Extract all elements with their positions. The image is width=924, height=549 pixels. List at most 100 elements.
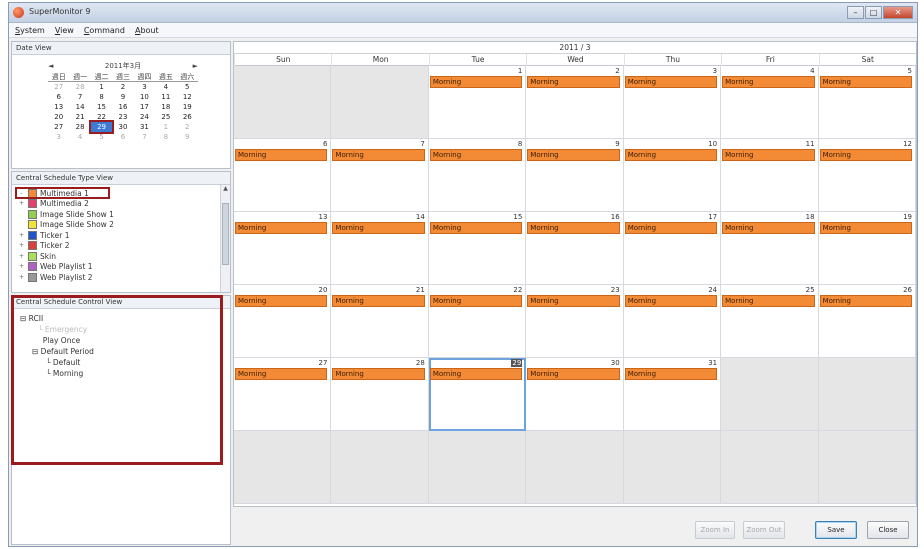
mini-day[interactable]: 7 — [134, 132, 155, 142]
save-button[interactable]: Save — [815, 521, 857, 539]
schedule-event[interactable]: Morning — [332, 368, 425, 380]
schedule-type-item[interactable]: + Ticker 1 — [18, 230, 230, 241]
day-cell-empty[interactable] — [234, 431, 332, 504]
day-cell-empty[interactable] — [721, 358, 819, 431]
day-cell[interactable]: 29 Morning — [428, 358, 527, 431]
mini-day[interactable]: 9 — [112, 92, 133, 102]
mini-day[interactable]: 3 — [134, 82, 155, 92]
prev-month-icon[interactable]: ◄ — [48, 62, 53, 70]
day-cell[interactable]: 15 Morning — [428, 212, 527, 285]
mini-day[interactable]: 11 — [155, 92, 176, 102]
mini-day[interactable]: 24 — [134, 112, 155, 122]
schedule-event[interactable]: Morning — [527, 368, 620, 380]
schedule-event[interactable]: Morning — [527, 76, 620, 88]
mini-day[interactable]: 8 — [155, 132, 176, 142]
schedule-type-item[interactable]: + Skin — [18, 251, 230, 262]
schedule-event[interactable]: Morning — [624, 76, 718, 88]
mini-day-selected[interactable]: 29 — [88, 120, 115, 134]
maximize-button[interactable]: □ — [865, 6, 882, 19]
mini-day[interactable]: 31 — [134, 122, 155, 132]
mini-day[interactable]: 2 — [112, 82, 133, 92]
mini-day[interactable]: 19 — [177, 102, 198, 112]
tree-node-morning[interactable]: └ Morning — [20, 368, 230, 379]
schedule-event[interactable]: Morning — [624, 222, 718, 234]
day-cell[interactable]: 14 Morning — [331, 212, 429, 285]
expander-icon[interactable]: + — [18, 200, 25, 207]
mini-day[interactable]: 3 — [48, 132, 69, 142]
day-cell[interactable]: 4 Morning — [721, 66, 819, 139]
mini-day[interactable]: 17 — [134, 102, 155, 112]
day-cell[interactable]: 18 Morning — [721, 212, 819, 285]
day-cell[interactable]: 24 Morning — [623, 285, 722, 358]
schedule-type-item[interactable]: + Web Playlist 1 — [18, 262, 230, 273]
mini-day[interactable]: 23 — [112, 112, 133, 122]
day-cell[interactable]: 26 Morning — [818, 285, 916, 358]
mini-day[interactable]: 8 — [91, 92, 112, 102]
mini-day[interactable]: 30 — [112, 122, 133, 132]
schedule-event[interactable]: Morning — [429, 149, 523, 161]
mini-day[interactable]: 28 — [69, 122, 90, 132]
scroll-thumb[interactable] — [222, 203, 229, 265]
day-cell[interactable]: 17 Morning — [623, 212, 722, 285]
close-button[interactable]: Close — [867, 521, 909, 539]
day-cell[interactable]: 23 Morning — [526, 285, 624, 358]
schedule-event[interactable]: Morning — [235, 149, 328, 161]
day-cell[interactable]: 21 Morning — [331, 285, 429, 358]
mini-day[interactable]: 15 — [91, 102, 112, 112]
schedule-event[interactable]: Morning — [624, 368, 718, 380]
schedule-event[interactable]: Morning — [722, 76, 815, 88]
schedule-event[interactable]: Morning — [624, 149, 718, 161]
mini-day[interactable]: 4 — [69, 132, 90, 142]
mini-day[interactable]: 5 — [91, 132, 112, 142]
expander-icon[interactable]: + — [18, 263, 25, 270]
day-cell[interactable]: 16 Morning — [526, 212, 624, 285]
schedule-event[interactable]: Morning — [429, 76, 523, 88]
mini-day[interactable]: 7 — [69, 92, 90, 102]
mini-day[interactable]: 21 — [69, 112, 90, 122]
day-cell-empty[interactable] — [818, 431, 916, 504]
day-cell-empty[interactable] — [721, 431, 819, 504]
schedule-type-item[interactable]: Image Slide Show 1 — [18, 209, 230, 220]
day-cell[interactable]: 12 Morning — [818, 139, 916, 212]
mini-day[interactable]: 26 — [177, 112, 198, 122]
schedule-event[interactable]: Morning — [332, 149, 425, 161]
expander-icon[interactable]: + — [18, 253, 25, 260]
mini-day[interactable]: 1 — [155, 122, 176, 132]
day-cell[interactable]: 8 Morning — [428, 139, 527, 212]
mini-day[interactable]: 10 — [134, 92, 155, 102]
day-cell[interactable]: 9 Morning — [526, 139, 624, 212]
schedule-type-item[interactable]: Image Slide Show 2 — [18, 220, 230, 231]
tree-node-default-period[interactable]: ⊟ Default Period — [20, 346, 230, 357]
schedule-event[interactable]: Morning — [527, 222, 620, 234]
mini-day[interactable]: 9 — [177, 132, 198, 142]
day-cell[interactable]: 19 Morning — [818, 212, 916, 285]
scroll-up-icon[interactable]: ▲ — [221, 185, 230, 195]
minimize-button[interactable]: – — [847, 6, 864, 19]
tree-node-play-once[interactable]: Play Once — [20, 335, 230, 346]
tree-node-root[interactable]: ⊟ RCII — [20, 313, 230, 324]
day-cell[interactable]: 30 Morning — [526, 358, 624, 431]
day-cell[interactable]: 2 Morning — [526, 66, 624, 139]
type-view-scrollbar[interactable]: ▲ — [220, 185, 230, 292]
day-cell[interactable]: 22 Morning — [428, 285, 527, 358]
mini-day[interactable]: 20 — [48, 112, 69, 122]
day-cell-empty[interactable] — [526, 431, 624, 504]
schedule-event[interactable]: Morning — [235, 222, 328, 234]
schedule-event[interactable]: Morning — [527, 149, 620, 161]
expander-icon[interactable]: + — [18, 232, 25, 239]
schedule-event[interactable]: Morning — [624, 295, 718, 307]
mini-day[interactable]: 4 — [155, 82, 176, 92]
menu-view[interactable]: View — [55, 26, 74, 35]
schedule-type-item[interactable]: + Web Playlist 2 — [18, 272, 230, 283]
day-cell[interactable]: 10 Morning — [623, 139, 722, 212]
schedule-event[interactable]: Morning — [722, 295, 815, 307]
day-cell[interactable]: 1 Morning — [428, 66, 527, 139]
day-cell-empty[interactable] — [234, 66, 332, 139]
mini-day[interactable]: 18 — [155, 102, 176, 112]
day-cell[interactable]: 27 Morning — [234, 358, 332, 431]
mini-day[interactable]: 28 — [69, 82, 90, 92]
expander-icon[interactable]: + — [18, 242, 25, 249]
next-month-icon[interactable]: ► — [193, 62, 198, 70]
day-cell-empty[interactable] — [428, 431, 527, 504]
schedule-event[interactable]: Morning — [722, 222, 815, 234]
